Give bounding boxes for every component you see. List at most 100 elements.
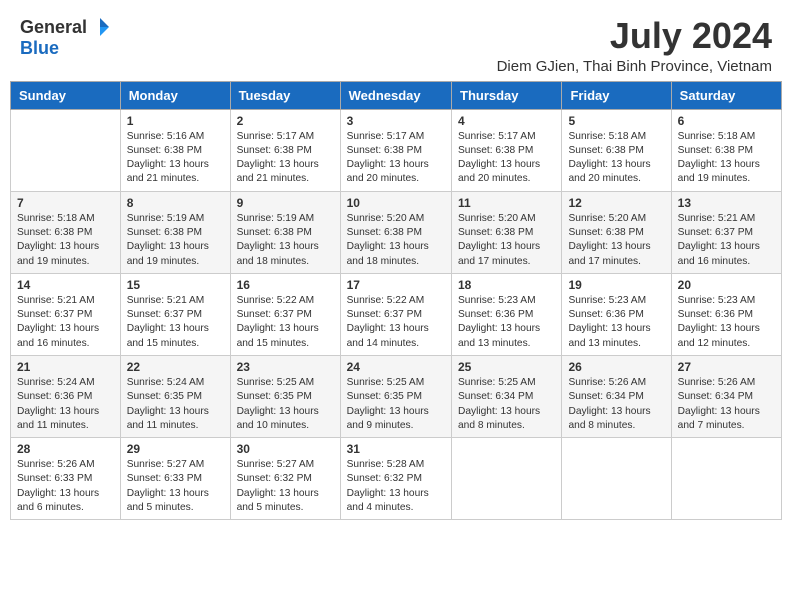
sunset-time: Sunset: 6:38 PM xyxy=(17,227,92,238)
daylight-minutes: and 21 minutes. xyxy=(237,173,310,184)
daylight-minutes: and 15 minutes. xyxy=(127,338,200,349)
col-tuesday: Tuesday xyxy=(230,81,340,109)
daylight-hours: Daylight: 13 hours xyxy=(17,323,99,334)
day-info: Sunrise: 5:20 AMSunset: 6:38 PMDaylight:… xyxy=(347,212,445,269)
day-number: 4 xyxy=(458,114,555,128)
sunrise-time: Sunrise: 5:22 AM xyxy=(237,295,315,306)
sunrise-time: Sunrise: 5:25 AM xyxy=(237,377,315,388)
day-number: 9 xyxy=(237,196,334,210)
sunrise-time: Sunrise: 5:24 AM xyxy=(17,377,95,388)
day-info: Sunrise: 5:22 AMSunset: 6:37 PMDaylight:… xyxy=(347,294,445,351)
day-number: 8 xyxy=(127,196,224,210)
daylight-minutes: and 16 minutes. xyxy=(17,338,90,349)
daylight-minutes: and 12 minutes. xyxy=(678,338,751,349)
daylight-minutes: and 4 minutes. xyxy=(347,502,414,513)
day-number: 27 xyxy=(678,360,775,374)
day-info: Sunrise: 5:19 AMSunset: 6:38 PMDaylight:… xyxy=(127,212,224,269)
day-info: Sunrise: 5:17 AMSunset: 6:38 PMDaylight:… xyxy=(347,130,445,187)
sunrise-time: Sunrise: 5:18 AM xyxy=(678,131,756,142)
day-info: Sunrise: 5:23 AMSunset: 6:36 PMDaylight:… xyxy=(678,294,775,351)
daylight-minutes: and 8 minutes. xyxy=(568,420,635,431)
day-number: 30 xyxy=(237,442,334,456)
sunrise-time: Sunrise: 5:21 AM xyxy=(678,213,756,224)
daylight-minutes: and 19 minutes. xyxy=(127,256,200,267)
calendar-week-5: 28Sunrise: 5:26 AMSunset: 6:33 PMDayligh… xyxy=(11,438,782,520)
calendar-cell-w2-d2: 8 Sunrise: 5:19 AMSunset: 6:38 PMDaylight… xyxy=(120,191,230,273)
calendar-cell-w4-d1: 21Sunrise: 5:24 AMSunset: 6:36 PMDayligh… xyxy=(11,355,121,437)
daylight-hours: Daylight: 13 hours xyxy=(347,241,429,252)
logo-flag-icon xyxy=(89,16,111,38)
daylight-minutes: and 18 minutes. xyxy=(347,256,420,267)
calendar-cell-w4-d2: 22Sunrise: 5:24 AMSunset: 6:35 PMDayligh… xyxy=(120,355,230,437)
day-number: 17 xyxy=(347,278,445,292)
sunrise-time: Sunrise: 5:25 AM xyxy=(347,377,425,388)
sunrise-time: Sunrise: 5:22 AM xyxy=(347,295,425,306)
day-info: Sunrise: 5:19 AMSunset: 6:38 PMDaylight:… xyxy=(237,212,334,269)
day-info: Sunrise: 5:20 AMSunset: 6:38 PMDaylight:… xyxy=(568,212,664,269)
sunset-time: Sunset: 6:32 PM xyxy=(347,473,422,484)
day-number: 16 xyxy=(237,278,334,292)
day-number: 26 xyxy=(568,360,664,374)
calendar-cell-w3-d7: 20Sunrise: 5:23 AMSunset: 6:36 PMDayligh… xyxy=(671,273,781,355)
day-info: Sunrise: 5:18 AMSunset: 6:38 PMDaylight:… xyxy=(568,130,664,187)
daylight-hours: Daylight: 13 hours xyxy=(678,323,760,334)
calendar-week-1: 1Sunrise: 5:16 AMSunset: 6:38 PMDaylight… xyxy=(11,109,782,191)
day-info: Sunrise: 5:22 AM Sunset: 6:37 PM Daylight:… xyxy=(237,294,334,351)
day-info: Sunrise: 5:26 AMSunset: 6:34 PMDaylight:… xyxy=(568,376,664,433)
day-info: Sunrise: 5:21 AMSunset: 6:37 PMDaylight:… xyxy=(127,294,224,351)
daylight-minutes: and 11 minutes. xyxy=(17,420,89,431)
daylight-minutes: and 20 minutes. xyxy=(347,173,420,184)
sunset-time: Sunset: 6:33 PM xyxy=(127,473,202,484)
day-number: 19 xyxy=(568,278,664,292)
daylight-hours: Daylight: 13 hours xyxy=(678,241,760,252)
sunset-time: Sunset: 6:37 PM xyxy=(237,309,312,320)
calendar-cell-w2-d7: 13Sunrise: 5:21 AMSunset: 6:37 PMDayligh… xyxy=(671,191,781,273)
day-info: Sunrise: 5:26 AMSunset: 6:34 PMDaylight:… xyxy=(678,376,775,433)
day-info: Sunrise: 5:21 AMSunset: 6:37 PMDaylight:… xyxy=(17,294,114,351)
calendar-cell-w1-d2: 1Sunrise: 5:16 AMSunset: 6:38 PMDaylight… xyxy=(120,109,230,191)
day-info: Sunrise: 5:25 AMSunset: 6:35 PMDaylight:… xyxy=(347,376,445,433)
calendar-cell-w5-d4: 31Sunrise: 5:28 AMSunset: 6:32 PMDayligh… xyxy=(340,438,451,520)
day-number: 28 xyxy=(17,442,114,456)
calendar-cell-w1-d6: 5Sunrise: 5:18 AMSunset: 6:38 PMDaylight… xyxy=(562,109,671,191)
calendar-cell-w5-d2: 29Sunrise: 5:27 AMSunset: 6:33 PMDayligh… xyxy=(120,438,230,520)
daylight-hours: Daylight: 13 hours xyxy=(568,159,650,170)
daylight-hours: Daylight: 13 hours xyxy=(678,406,760,417)
sunset-time: Sunset: 6:38 PM xyxy=(347,227,422,238)
calendar-cell-w1-d5: 4 Sunrise: 5:17 AMSunset: 6:38 PMDaylight… xyxy=(452,109,562,191)
sunset-time: Sunset: 6:38 PM xyxy=(127,227,202,238)
daylight-hours: Daylight: 13 hours xyxy=(237,323,319,334)
daylight-minutes: and 14 minutes. xyxy=(347,338,420,349)
day-info: Sunrise: 5:24 AMSunset: 6:36 PMDaylight:… xyxy=(17,376,114,433)
sunset-time: Sunset: 6:38 PM xyxy=(568,227,643,238)
sunrise-time: Sunrise: 5:17 AM xyxy=(347,131,425,142)
day-number: 3 xyxy=(347,114,445,128)
sunset-time: Sunset: 6:36 PM xyxy=(17,391,92,402)
calendar-cell-w2-d6: 12 Sunrise: 5:20 AMSunset: 6:38 PMDayligh… xyxy=(562,191,671,273)
daylight-minutes: and 18 minutes. xyxy=(237,256,310,267)
sunrise-time: Sunrise: 5:28 AM xyxy=(347,459,425,470)
sunrise-time: Sunrise: 5:20 AM xyxy=(458,213,536,224)
day-number: 12 xyxy=(568,196,664,210)
daylight-hours: Daylight: 13 hours xyxy=(237,241,319,252)
day-info: Sunrise: 5:23 AMSunset: 6:36 PMDaylight:… xyxy=(568,294,664,351)
daylight-hours: Daylight: 13 hours xyxy=(127,241,209,252)
day-info: Sunrise: 5:25 AMSunset: 6:35 PMDaylight:… xyxy=(237,376,334,433)
day-info: Sunrise: 5:21 AMSunset: 6:37 PMDaylight:… xyxy=(678,212,775,269)
month-year-title: July 2024 xyxy=(497,16,772,56)
daylight-minutes: and 21 minutes. xyxy=(127,173,200,184)
sunset-time: Sunset: 6:37 PM xyxy=(17,309,92,320)
calendar-cell-w1-d7: 6Sunrise: 5:18 AMSunset: 6:38 PMDaylight… xyxy=(671,109,781,191)
daylight-hours: Daylight: 13 hours xyxy=(458,241,540,252)
sunset-time: Sunset: 6:37 PM xyxy=(127,309,202,320)
calendar-cell-w2-d5: 11Sunrise: 5:20 AMSunset: 6:38 PMDayligh… xyxy=(452,191,562,273)
day-number: 31 xyxy=(347,442,445,456)
day-info: Sunrise: 5:17 AMSunset: 6:38 PMDaylight:… xyxy=(458,130,555,187)
calendar-header-row: Sunday Monday Tuesday Wednesday Thursday… xyxy=(11,81,782,109)
calendar-cell-w2-d4: 10Sunrise: 5:20 AMSunset: 6:38 PMDayligh… xyxy=(340,191,451,273)
calendar-cell-w4-d4: 24Sunrise: 5:25 AMSunset: 6:35 PMDayligh… xyxy=(340,355,451,437)
daylight-minutes: and 9 minutes. xyxy=(347,420,414,431)
daylight-minutes: and 19 minutes. xyxy=(678,173,751,184)
day-number: 18 xyxy=(458,278,555,292)
daylight-hours: Daylight: 13 hours xyxy=(127,488,209,499)
